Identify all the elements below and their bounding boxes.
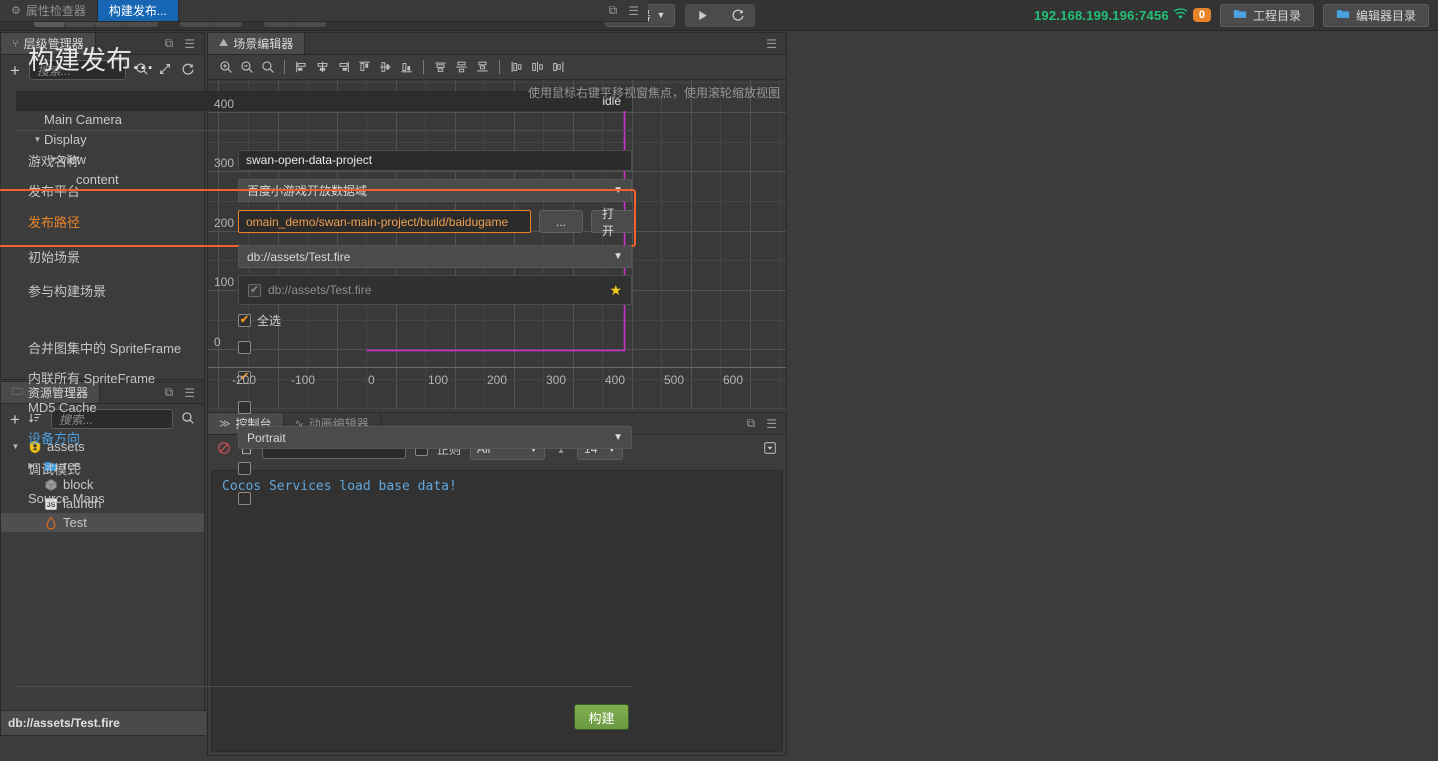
chevron-down-icon: ▼	[656, 10, 666, 20]
tab-properties[interactable]: ⚙ 属性检查器	[0, 0, 98, 21]
project-dir-label: 工程目录	[1252, 8, 1301, 23]
x-axis-label: 100	[428, 373, 449, 387]
select-all-checkbox[interactable]	[238, 313, 251, 327]
x-axis-label: -100	[291, 373, 316, 387]
chevron-down-icon: ▼	[613, 185, 623, 196]
y-axis-label: 100	[214, 275, 235, 289]
x-axis-label: 600	[723, 373, 744, 387]
x-axis-label: 200	[487, 373, 508, 387]
build-page-title: 构建发布...	[28, 45, 154, 75]
y-axis-label: 200	[214, 216, 235, 230]
merge-atlas-label: 合并图集中的 SpriteFrame	[28, 340, 182, 356]
tab-properties-label: 属性检查器	[25, 4, 86, 18]
menu-icon[interactable]: ☰	[628, 4, 639, 18]
source-maps-label: Source Maps	[28, 490, 105, 506]
menu-icon[interactable]: ☰	[766, 37, 777, 51]
divider	[16, 130, 632, 131]
platform-label: 发布平台	[28, 184, 81, 199]
wifi-icon	[1173, 7, 1188, 23]
console-tab-actions: ⧉ ☰	[738, 413, 786, 434]
merge-atlas-checkbox[interactable]	[238, 340, 251, 354]
build-scene-item-label: db://assets/Test.fire	[268, 283, 372, 297]
md5-cache-label: MD5 Cache	[28, 399, 97, 415]
chevron-down-icon: ▼	[613, 251, 623, 262]
y-axis-label: 400	[214, 97, 235, 111]
build-scene-checkbox	[248, 283, 261, 297]
notification-badge[interactable]: 0	[1192, 8, 1211, 22]
field-build-path: 发布路径 omain_demo/swan-main-project/build/…	[16, 206, 635, 238]
build-path-label: 发布路径	[28, 215, 81, 230]
orientation-value: Portrait	[247, 430, 286, 445]
field-debug-mode: 调试模式	[16, 453, 632, 483]
browse-path-button[interactable]: ...	[539, 210, 583, 233]
play-controls	[685, 3, 756, 27]
y-axis-label: 0	[214, 335, 221, 349]
game-name-input[interactable]: swan-open-data-project	[238, 149, 632, 171]
platform-value: 百度小游戏开放数据域	[247, 184, 368, 198]
x-axis-label: 0	[368, 373, 375, 387]
build-scenes-label: 参与构建场景	[28, 283, 107, 299]
start-scene-label: 初始场景	[28, 250, 81, 265]
collapse-icon[interactable]	[763, 441, 777, 458]
popout-icon[interactable]: ⧉	[609, 3, 618, 18]
editor-dir-button[interactable]: 编辑器目录	[1323, 3, 1430, 27]
cocos-creator-window: 浏览器 ▼ 192.168.199.196:7456 0 工程目录	[0, 0, 1438, 761]
field-source-maps: Source Maps	[16, 483, 632, 513]
device-ip-address: 192.168.199.196:7456	[1034, 7, 1169, 23]
game-name-label: 游戏名称	[28, 153, 81, 169]
build-path-input[interactable]: omain_demo/swan-main-project/build/baidu…	[238, 210, 531, 233]
source-maps-checkbox[interactable]	[238, 491, 251, 505]
field-merge-atlas: 合并图集中的 SpriteFrame	[16, 332, 632, 362]
field-game-name: 游戏名称 swan-open-data-project	[16, 145, 632, 175]
project-dir-button[interactable]: 工程目录	[1219, 3, 1314, 27]
field-md5-cache: MD5 Cache	[16, 392, 632, 422]
field-inline-sprite: 内联所有 SpriteFrame	[16, 362, 632, 392]
tab-build-label: 构建发布...	[108, 4, 167, 18]
play-button[interactable]	[685, 4, 720, 27]
gear-icon: ⚙	[11, 5, 21, 17]
x-axis-label: 400	[605, 373, 626, 387]
open-path-button[interactable]: 打开	[591, 207, 635, 238]
popout-icon[interactable]: ⧉	[747, 416, 756, 431]
tab-build[interactable]: 构建发布...	[97, 0, 179, 21]
field-orientation: 设备方向 Portrait ▼	[16, 422, 632, 453]
star-icon[interactable]: ★	[609, 282, 622, 299]
refresh-button[interactable]	[720, 4, 755, 27]
debug-mode-label: 调试模式	[28, 461, 81, 477]
chevron-down-icon: ▼	[613, 432, 623, 443]
folder-icon	[1233, 8, 1247, 22]
x-axis-label: 500	[664, 373, 685, 387]
field-platform: 发布平台 百度小游戏开放数据域 ▼	[16, 175, 632, 206]
build-button[interactable]: 构建	[574, 704, 629, 730]
platform-select[interactable]: 百度小游戏开放数据域 ▼	[238, 179, 632, 202]
y-axis-label: 300	[214, 156, 235, 170]
x-axis-label: -200	[232, 373, 257, 387]
start-scene-value: db://assets/Test.fire	[247, 249, 351, 264]
viewport-hint: 使用鼠标右键平移视窗焦点，使用滚轮缩放视图	[527, 86, 780, 100]
inspector-panel: ⚙ 属性检查器 构建发布... ⧉ ☰ 构建发布... idle 游戏名称 sw…	[0, 0, 648, 730]
inspector-tabbar: ⚙ 属性检查器 构建发布... ⧉ ☰	[0, 0, 648, 22]
orientation-select[interactable]: Portrait ▼	[238, 426, 632, 449]
inspector-tab-actions: ⧉ ☰	[600, 0, 648, 21]
md5-cache-checkbox[interactable]	[238, 400, 251, 414]
x-axis-label: 300	[546, 373, 567, 387]
field-start-scene: 初始场景 db://assets/Test.fire ▼	[16, 241, 632, 272]
game-name-value: swan-open-data-project	[246, 153, 373, 167]
folder-icon	[1336, 8, 1350, 22]
menu-icon[interactable]: ☰	[766, 417, 777, 431]
build-path-value: omain_demo/swan-main-project/build/baidu…	[246, 214, 509, 229]
orientation-label: 设备方向	[28, 431, 81, 446]
build-scenes-list[interactable]: db://assets/Test.fire ★	[238, 275, 632, 305]
start-scene-select[interactable]: db://assets/Test.fire ▼	[238, 245, 632, 268]
editor-dir-label: 编辑器目录	[1356, 8, 1417, 23]
divider	[16, 686, 632, 687]
debug-mode-checkbox[interactable]	[238, 461, 251, 475]
field-build-scenes: 参与构建场景 db://assets/Test.fire ★	[16, 272, 632, 308]
scene-tab-actions: ☰	[757, 33, 786, 54]
field-select-all: 全选	[16, 308, 632, 332]
inline-sprite-label: 内联所有 SpriteFrame	[28, 370, 156, 386]
select-all-label: 全选	[257, 313, 282, 328]
